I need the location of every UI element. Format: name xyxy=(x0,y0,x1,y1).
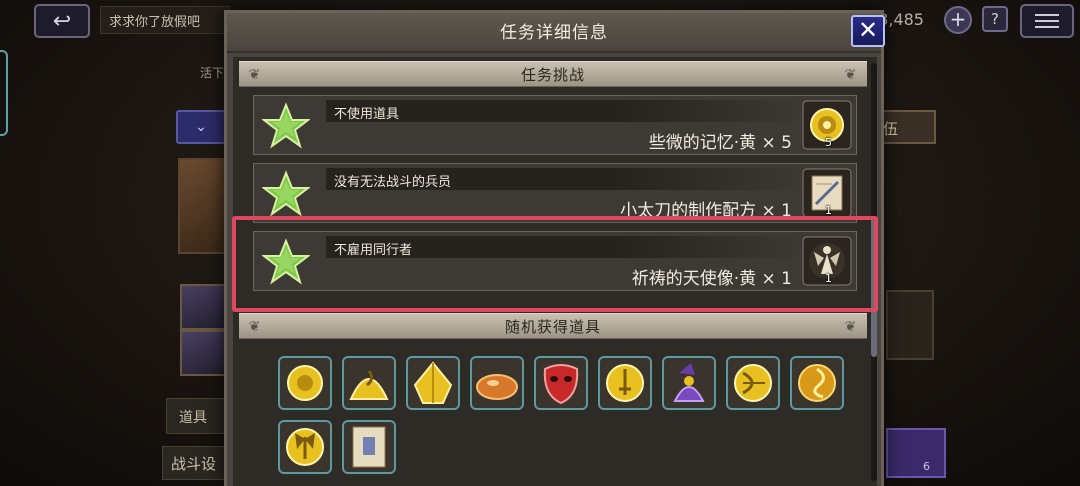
background-tile xyxy=(886,290,934,360)
sword-orb-icon[interactable] xyxy=(597,355,653,411)
add-currency-button[interactable]: + xyxy=(944,6,972,34)
ornament-icon: ❦ xyxy=(248,67,262,83)
help-button[interactable]: ? xyxy=(982,6,1008,32)
menu-button[interactable] xyxy=(1020,4,1074,38)
background-thumbnail xyxy=(180,330,226,376)
side-tab[interactable] xyxy=(0,50,8,136)
background-portrait xyxy=(178,158,226,254)
star-icon xyxy=(262,170,310,217)
back-button[interactable]: ↩ xyxy=(34,4,90,38)
background-tab: 活下 xyxy=(200,66,225,80)
background-thumbnail xyxy=(180,284,226,330)
background-item-label: 道具 xyxy=(166,398,226,434)
modal-body[interactable]: ❦ 任务挑战 ❦ 不使用道具 些微的记忆·黄 × 5 5 没有无法战斗的兵员 小… xyxy=(233,57,877,486)
reward-quantity: 1 xyxy=(825,272,832,285)
challenge-row-highlighted: 不雇用同行者 祈祷的天使像·黄 × 1 1 xyxy=(253,231,857,291)
challenge-reward: 小太刀的制作配方 × 1 xyxy=(620,201,792,221)
yellow-hat-icon[interactable] xyxy=(341,355,397,411)
challenge-reward: 祈祷的天使像·黄 × 1 xyxy=(631,269,792,289)
random-items-section-title: 随机获得道具 xyxy=(504,318,601,336)
challenge-section-header: ❦ 任务挑战 ❦ xyxy=(239,61,867,87)
star-icon xyxy=(262,102,310,149)
ornament-icon: ❦ xyxy=(844,319,858,335)
bow-orb-icon[interactable] xyxy=(725,355,781,411)
background-battle-label: 战斗设 xyxy=(162,446,228,480)
background-dropdown: ⌄ xyxy=(176,110,226,144)
challenge-row: 不使用道具 些微的记忆·黄 × 5 5 xyxy=(253,95,857,155)
flame-swirl-icon[interactable] xyxy=(789,355,845,411)
challenge-row: 没有无法战斗的兵员 小太刀的制作配方 × 1 1 xyxy=(253,163,857,223)
star-icon xyxy=(262,238,310,285)
close-button[interactable]: ✕ xyxy=(851,15,885,47)
challenge-title: 没有无法战斗的兵员 xyxy=(326,168,806,190)
reward-quantity: 1 xyxy=(825,204,832,217)
modal-title: 任务详细信息 xyxy=(227,13,881,53)
challenge-section-title: 任务挑战 xyxy=(520,66,585,84)
scroll-recipe-icon[interactable] xyxy=(341,419,397,475)
amber-stone-icon[interactable] xyxy=(469,355,525,411)
player-name: 求求你了放假吧 xyxy=(100,6,230,34)
scrollbar-thumb[interactable] xyxy=(871,217,877,357)
purple-wizard-icon[interactable] xyxy=(661,355,717,411)
challenge-reward: 些微的记忆·黄 × 5 xyxy=(648,133,792,153)
back-arrow-icon: ↩ xyxy=(52,8,72,34)
challenge-title: 不使用道具 xyxy=(326,100,806,122)
reward-quantity: 5 xyxy=(825,136,832,149)
wing-orb-icon[interactable] xyxy=(277,419,333,475)
mission-detail-modal: 任务详细信息 ✕ ❦ 任务挑战 ❦ 不使用道具 些微的记忆·黄 × 5 5 没有… xyxy=(224,10,885,486)
ornament-icon: ❦ xyxy=(248,319,262,335)
background-right-panel: 6 xyxy=(886,428,946,478)
challenge-title: 不雇用同行者 xyxy=(326,236,806,258)
random-items-section-header: ❦ 随机获得道具 ❦ xyxy=(239,313,867,339)
gold-orb-icon[interactable] xyxy=(277,355,333,411)
yellow-crystal-icon[interactable] xyxy=(405,355,461,411)
ornament-icon: ❦ xyxy=(844,67,858,83)
red-mask-icon[interactable] xyxy=(533,355,589,411)
